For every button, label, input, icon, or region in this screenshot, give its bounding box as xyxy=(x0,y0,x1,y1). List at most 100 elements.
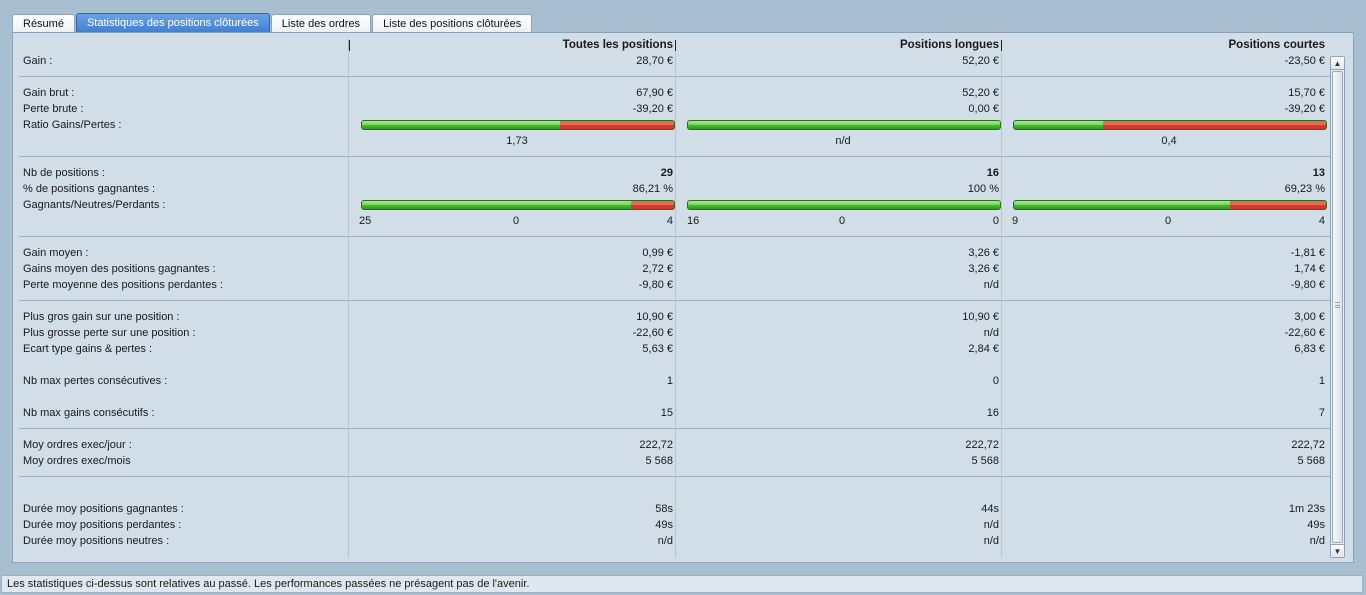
tab-resume[interactable]: Résumé xyxy=(12,14,75,33)
value-duree-perdantes-long: n/d xyxy=(983,519,999,531)
header-divider xyxy=(349,40,350,51)
row-label-gain-brut: Gain brut : xyxy=(23,87,75,99)
gnp-bar-short xyxy=(1013,200,1327,210)
section-divider xyxy=(19,156,1333,157)
value-plus-grosse-perte-all: -22,60 € xyxy=(632,327,673,339)
value-max-pertes-consec-long: 0 xyxy=(992,375,999,387)
tab-bar: Résumé Statistiques des positions clôtur… xyxy=(12,13,533,33)
vertical-scrollbar[interactable]: ▲ ▼ xyxy=(1330,56,1345,558)
section-divider xyxy=(19,76,1333,77)
value-gain-moyen-all: 0,99 € xyxy=(642,247,673,259)
row-label-gain: Gain : xyxy=(23,55,53,67)
scrollbar-thumb[interactable] xyxy=(1332,71,1343,543)
value-gain-all: 28,70 € xyxy=(636,55,673,67)
value-perte-brute-long: 0,00 € xyxy=(968,103,999,115)
value-max-gains-consec-all: 15 xyxy=(660,407,673,419)
value-plus-gros-gain-short: 3,00 € xyxy=(1294,311,1325,323)
row-label-moy-ordres-mois: Moy ordres exec/mois xyxy=(23,455,131,467)
gnp-gagnants-all: 25 xyxy=(359,215,372,227)
ratio-bar-short xyxy=(1013,120,1327,130)
tab-liste-positions-cloturees[interactable]: Liste des positions clôturées xyxy=(372,14,533,33)
value-duree-neutres-all: n/d xyxy=(657,535,673,547)
row-label-ratio: Ratio Gains/Pertes : xyxy=(23,119,122,131)
row-label-perte-brute: Perte brute : xyxy=(23,103,84,115)
value-plus-gros-gain-long: 10,90 € xyxy=(962,311,999,323)
value-moy-ordres-mois-all: 5 568 xyxy=(645,455,673,467)
value-perte-brute-all: -39,20 € xyxy=(632,103,673,115)
disclaimer-text: Les statistiques ci-dessus sont relative… xyxy=(7,578,530,590)
value-gain-long: 52,20 € xyxy=(962,55,999,67)
section-divider xyxy=(19,428,1333,429)
value-ecart-type-short: 6,83 € xyxy=(1294,343,1325,355)
grip-icon xyxy=(1335,302,1340,308)
status-bar: Les statistiques ci-dessus sont relative… xyxy=(1,575,1363,593)
ratio-bar-all xyxy=(361,120,675,130)
value-plus-grosse-perte-long: n/d xyxy=(983,327,999,339)
value-perte-moy-perdantes-short: -9,80 € xyxy=(1290,279,1325,291)
value-pct-gagnantes-all: 86,21 % xyxy=(632,183,673,195)
value-max-gains-consec-short: 7 xyxy=(1318,407,1325,419)
value-moy-ordres-jour-long: 222,72 xyxy=(965,439,999,451)
value-duree-gagnantes-short: 1m 23s xyxy=(1288,503,1325,515)
ratio-bar-long xyxy=(687,120,1001,130)
value-nb-positions-short: 13 xyxy=(1312,167,1325,179)
value-plus-gros-gain-all: 10,90 € xyxy=(636,311,673,323)
value-ecart-type-all: 5,63 € xyxy=(642,343,673,355)
value-perte-moy-perdantes-all: -9,80 € xyxy=(638,279,673,291)
value-duree-gagnantes-all: 58s xyxy=(655,503,673,515)
row-label-plus-gros-gain: Plus gros gain sur une position : xyxy=(23,311,180,323)
value-nb-positions-all: 29 xyxy=(660,167,673,179)
value-ecart-type-long: 2,84 € xyxy=(968,343,999,355)
value-duree-gagnantes-long: 44s xyxy=(981,503,999,515)
row-label-duree-neutres: Durée moy positions neutres : xyxy=(23,535,170,547)
value-pct-gagnantes-short: 69,23 % xyxy=(1284,183,1325,195)
value-gain-short: -23,50 € xyxy=(1284,55,1325,67)
value-plus-grosse-perte-short: -22,60 € xyxy=(1284,327,1325,339)
gnp-bar-all xyxy=(361,200,675,210)
value-nb-positions-long: 16 xyxy=(986,167,999,179)
gnp-bar-long xyxy=(687,200,1001,210)
column-header-short[interactable]: Positions courtes xyxy=(1229,39,1326,51)
value-gain-brut-all: 67,90 € xyxy=(636,87,673,99)
row-label-gnp: Gagnants/Neutres/Perdants : xyxy=(23,199,166,211)
gnp-perdants-all: 4 xyxy=(666,215,673,227)
value-gains-moy-gagnantes-long: 3,26 € xyxy=(968,263,999,275)
value-perte-brute-short: -39,20 € xyxy=(1284,103,1325,115)
row-label-nb-positions: Nb de positions : xyxy=(23,167,105,179)
gnp-neutres-long: 0 xyxy=(839,215,846,227)
column-divider xyxy=(1001,50,1002,558)
column-divider xyxy=(675,50,676,558)
value-moy-ordres-mois-long: 5 568 xyxy=(971,455,999,467)
value-ratio-all: 1,73 xyxy=(506,135,528,147)
row-label-gain-moyen: Gain moyen : xyxy=(23,247,89,259)
value-moy-ordres-mois-short: 5 568 xyxy=(1297,455,1325,467)
gnp-neutres-short: 0 xyxy=(1165,215,1172,227)
scroll-down-icon[interactable]: ▼ xyxy=(1331,544,1344,557)
header-divider xyxy=(675,40,676,51)
value-gain-moyen-long: 3,26 € xyxy=(968,247,999,259)
row-label-duree-perdantes: Durée moy positions perdantes : xyxy=(23,519,182,531)
value-duree-perdantes-all: 49s xyxy=(655,519,673,531)
row-label-pct-gagnantes: % de positions gagnantes : xyxy=(23,183,156,195)
column-header-long[interactable]: Positions longues xyxy=(900,39,999,51)
gnp-gagnants-long: 16 xyxy=(687,215,700,227)
value-max-pertes-consec-short: 1 xyxy=(1318,375,1325,387)
header-divider xyxy=(1001,40,1002,51)
value-duree-neutres-long: n/d xyxy=(983,535,999,547)
row-label-duree-gagnantes: Durée moy positions gagnantes : xyxy=(23,503,184,515)
value-gain-brut-long: 52,20 € xyxy=(962,87,999,99)
tab-statistiques-positions-cloturees[interactable]: Statistiques des positions clôturées xyxy=(75,13,270,33)
value-moy-ordres-jour-all: 222,72 xyxy=(639,439,673,451)
row-label-gains-moy-gagnantes: Gains moyen des positions gagnantes : xyxy=(23,263,216,275)
value-duree-perdantes-short: 49s xyxy=(1307,519,1325,531)
row-label-ecart-type: Ecart type gains & pertes : xyxy=(23,343,153,355)
scroll-up-icon[interactable]: ▲ xyxy=(1331,57,1344,70)
value-ratio-short: 0,4 xyxy=(1161,135,1177,147)
tab-liste-ordres[interactable]: Liste des ordres xyxy=(270,14,372,33)
value-duree-neutres-short: n/d xyxy=(1309,535,1325,547)
row-label-max-pertes-consec: Nb max pertes consécutives : xyxy=(23,375,168,387)
section-divider xyxy=(19,236,1333,237)
value-ratio-long: n/d xyxy=(835,135,851,147)
column-header-all[interactable]: Toutes les positions xyxy=(563,39,673,51)
section-divider xyxy=(19,300,1333,301)
